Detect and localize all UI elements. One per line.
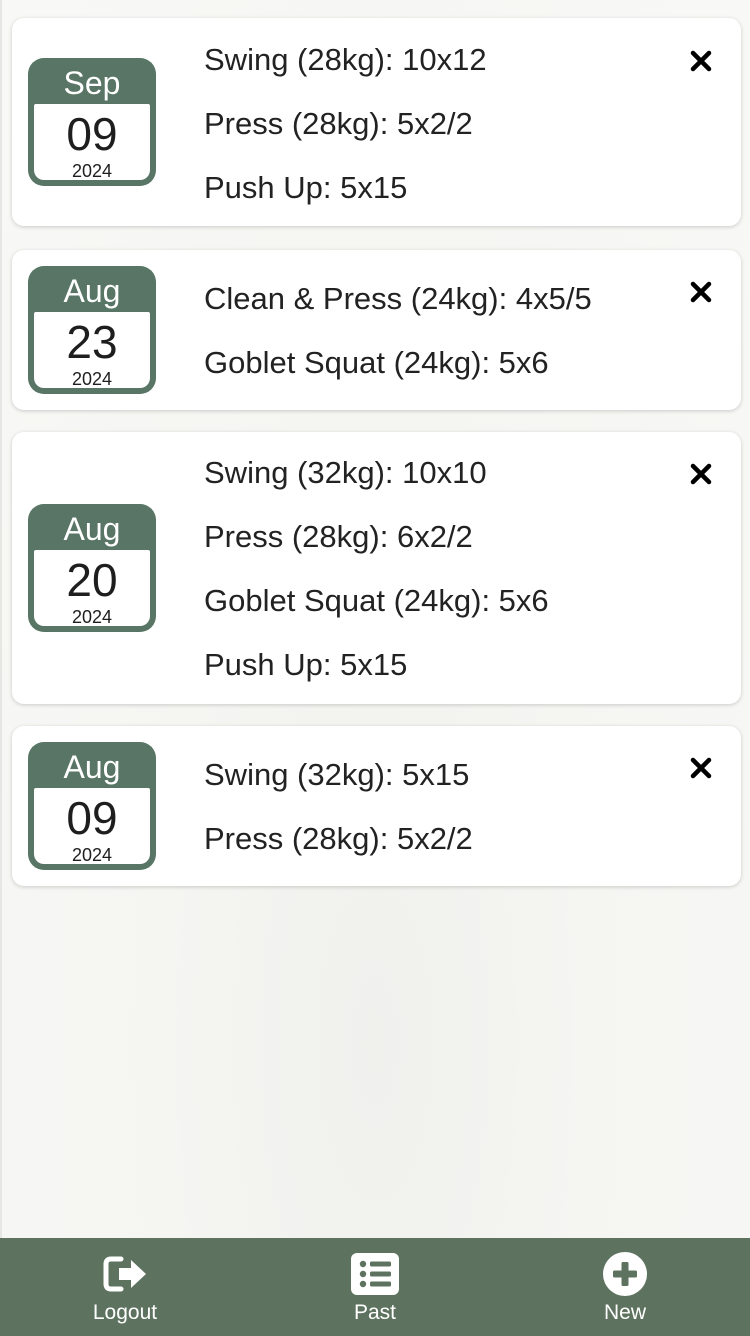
date-year: 2024 <box>71 161 113 181</box>
bottom-tab-bar: Logout Past New <box>0 1238 750 1336</box>
date-badge: Sep 09 2024 <box>28 58 156 186</box>
tab-past[interactable]: Past <box>250 1238 500 1336</box>
workout-card[interactable]: Aug 23 2024 Clean & Press (24kg): 4x5/5 … <box>12 250 741 410</box>
list-icon <box>351 1253 399 1295</box>
workout-card[interactable]: Sep 09 2024 Swing (28kg): 10x12 Press (2… <box>12 18 741 226</box>
tab-label: Logout <box>92 1301 158 1324</box>
tab-new[interactable]: New <box>500 1238 750 1336</box>
date-month: Aug <box>63 511 121 547</box>
date-body: 23 2024 <box>34 312 150 389</box>
date-year: 2024 <box>71 607 113 627</box>
date-year: 2024 <box>71 845 113 865</box>
workout-card[interactable]: Aug 09 2024 Swing (32kg): 5x15 Press (28… <box>12 726 741 886</box>
date-day: 09 <box>66 792 118 844</box>
exercise-item: Press (28kg): 5x2/2 <box>204 106 473 141</box>
close-icon[interactable] <box>689 49 713 73</box>
exercise-list: Swing (28kg): 10x12 Press (28kg): 5x2/2 … <box>204 38 487 230</box>
date-badge: Aug 20 2024 <box>28 504 156 632</box>
date-month: Aug <box>63 273 121 309</box>
exercise-item: Swing (32kg): 10x10 <box>204 455 487 490</box>
exercise-item: Push Up: 5x15 <box>204 647 408 682</box>
date-day: 09 <box>66 108 118 160</box>
date-month: Sep <box>63 65 121 101</box>
exercise-item: Goblet Squat (24kg): 5x6 <box>204 583 549 618</box>
exercise-item: Swing (28kg): 10x12 <box>204 42 487 77</box>
exercise-item: Goblet Squat (24kg): 5x6 <box>204 345 549 380</box>
workout-card[interactable]: Aug 20 2024 Swing (32kg): 10x10 Press (2… <box>12 432 741 704</box>
tab-logout[interactable]: Logout <box>0 1238 250 1336</box>
date-day: 20 <box>66 554 118 606</box>
close-icon[interactable] <box>689 280 713 304</box>
date-body: 09 2024 <box>34 104 150 181</box>
exercise-item: Clean & Press (24kg): 4x5/5 <box>204 281 592 316</box>
exercise-item: Press (28kg): 5x2/2 <box>204 821 473 856</box>
date-badge: Aug 09 2024 <box>28 742 156 870</box>
close-icon[interactable] <box>689 756 713 780</box>
close-icon[interactable] <box>689 462 713 486</box>
tab-label: Past <box>353 1301 397 1324</box>
date-day: 23 <box>66 316 118 368</box>
exercise-item: Press (28kg): 6x2/2 <box>204 519 473 554</box>
exercise-item: Push Up: 5x15 <box>204 170 408 205</box>
date-year: 2024 <box>71 369 113 389</box>
tab-label: New <box>603 1301 646 1324</box>
logout-icon <box>103 1256 146 1292</box>
date-body: 09 2024 <box>34 788 150 865</box>
exercise-item: Swing (32kg): 5x15 <box>204 757 470 792</box>
exercise-list: Clean & Press (24kg): 4x5/5 Goblet Squat… <box>204 277 592 405</box>
plus-circle-icon <box>603 1252 647 1296</box>
page-edge <box>0 0 2 1238</box>
date-month: Aug <box>63 749 121 785</box>
exercise-list: Swing (32kg): 10x10 Press (28kg): 6x2/2 … <box>204 451 549 707</box>
exercise-list: Swing (32kg): 5x15 Press (28kg): 5x2/2 <box>204 753 473 881</box>
date-badge: Aug 23 2024 <box>28 266 156 394</box>
date-body: 20 2024 <box>34 550 150 627</box>
